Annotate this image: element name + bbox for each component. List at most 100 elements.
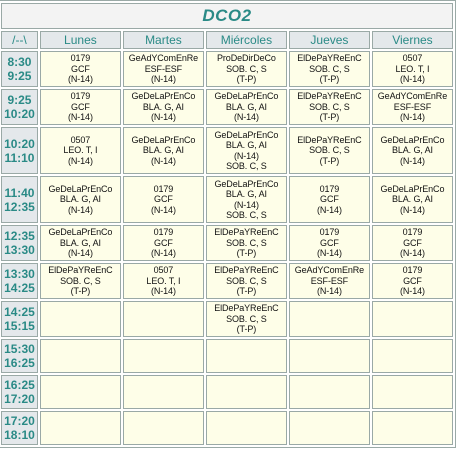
subject-code: GeDeLaPrEnCo [131,134,196,145]
subject-code: GeDeLaPrEnCo [48,183,113,194]
corner-cell: /--\ [1,31,38,49]
time-slot: 10:20 11:10 [1,127,38,174]
time-slot: 14:25 15:15 [1,301,38,337]
timetable-row: 13:30 14:25 ElDePaYReEnC SOB. C, S (T-P) 0507… [1,263,453,299]
class-cell-lunes [39,301,121,337]
group: (N-14) [67,155,93,166]
timetable-row: 8:30 9:25 0179 GCF (N-14) GeAdYComEnRe ESF-ESF… [1,51,453,87]
class-cell-lunes [39,339,121,373]
class-cell-miercoles [205,411,287,445]
teacher: BLA. G, AI [225,140,267,150]
subject-code: 0179 [153,227,174,238]
time-slot-end: 11:10 [4,150,35,165]
time-slot-end: 13:30 [4,243,35,257]
time-slot-start: 16:25 [4,378,35,392]
day-header-martes: Martes [122,31,204,49]
subject-code: GeAdYComEnRe [294,265,365,276]
class-cell-miercoles: GeDeLaPrEnCo BLA. G, AI (N-14) SOB. C, S [205,127,287,174]
group: (T-P) [236,286,257,297]
time-slot: 8:30 9:25 [1,51,38,87]
teacher: GCF [403,237,422,248]
group: (N-14) [400,74,425,85]
group: (N-14) [316,248,342,259]
group: (N-14) [150,204,176,215]
class-cell-viernes [371,411,453,445]
class-cell-miercoles: ElDePaYReEnC SOB. C, S (T-P) [205,263,287,299]
group: (N-14) [316,204,342,215]
extra-line: SOB. C, S [226,161,267,171]
subject-code: ElDePaYReEnC [214,265,279,276]
class-cell-miercoles: ElDePaYReEnC SOB. C, S (T-P) [205,225,287,261]
subject-code: ElDePaYReEnC [297,53,362,64]
time-slot-start: 8:30 [7,55,32,69]
teacher: BLA. G, AI [59,194,101,205]
class-cell-jueves: GeAdYComEnRe ESF-ESF (N-14) [288,263,370,299]
class-cell-lunes: ElDePaYReEnC SOB. C, S (T-P) [39,263,121,299]
subject-code: 0507 [153,265,174,276]
class-cell-miercoles [205,339,287,373]
class-cell-lunes: 0507 LEO. T, I (N-14) [39,127,121,174]
group: (N-14) [67,112,93,123]
teacher: LEO. T, I [63,145,98,156]
day-header-jueves: Jueves [288,31,370,49]
teacher: GCF [320,194,339,205]
teacher: ESF-ESF [144,63,183,74]
timetable-row: 10:20 11:10 0507 LEO. T, I (N-14) GeDeLaPrEnC… [1,127,453,174]
day-header-lunes: Lunes [39,31,121,49]
timetable-row: 17:20 18:10 [1,411,453,445]
time-slot-end: 18:10 [4,428,35,442]
teacher: SOB. C, S [60,275,101,286]
time-slot-end: 14:25 [4,281,35,295]
class-cell-martes [122,339,204,373]
group: (N-14) [400,155,425,166]
time-slot: 13:30 14:25 [1,263,38,299]
class-cell-viernes [371,301,453,337]
class-cell-jueves: 0179 GCF (N-14) [288,225,370,261]
subject-code: 0179 [319,227,340,238]
class-cell-lunes: 0179 GCF (N-14) [39,89,121,125]
subject-code: GeDeLaPrEnCo [131,91,196,102]
time-slot: 11:40 12:35 [1,176,38,223]
group: (N-14) [150,155,176,166]
class-cell-viernes: GeDeLaPrEnCo BLA. G, AI (N-14) [371,176,453,223]
group: (T-P) [236,248,257,259]
time-slot: 17:20 18:10 [1,411,38,445]
class-cell-martes [122,301,204,337]
time-slot: 12:35 13:30 [1,225,38,261]
class-cell-viernes: 0507 LEO. T, I (N-14) [371,51,453,87]
teacher: ESF-ESF [393,101,432,112]
timetable: DCO2 /--\ Lunes Martes Miércoles Jueves … [0,0,456,448]
class-cell-lunes: GeDeLaPrEnCo BLA. G, AI (N-14) [39,225,121,261]
group: (N-14) [400,204,425,215]
teacher: LEO. T, I [146,275,181,286]
group: (T-P) [319,112,340,123]
subject-code: GeDeLaPrEnCo [48,227,113,238]
group: (N-14) [400,112,425,123]
subject-code: GeDeLaPrEnCo [380,134,445,145]
subject-code: ElDePaYReEnC [48,265,113,276]
subject-code: 0179 [402,227,423,238]
timetable-row: 14:25 15:15 ElDePaYReEnC SOB. C, S (T-P) [1,301,453,337]
time-slot-start: 15:30 [4,342,35,356]
teacher: GCF [154,194,173,205]
class-cell-martes [122,411,204,445]
subject-code: 0179 [402,265,423,276]
group: (T-P) [319,74,340,85]
time-slot-end: 10:20 [4,107,35,121]
class-cell-viernes: 0179 GCF (N-14) [371,263,453,299]
group: (T-P) [236,74,257,85]
class-cell-viernes: 0179 GCF (N-14) [371,225,453,261]
class-cell-martes: 0179 GCF (N-14) [122,176,204,223]
subject-code: GeDeLaPrEnCo [214,178,279,189]
day-header-viernes: Viernes [371,31,453,49]
subject-code: GeDeLaPrEnCo [214,91,279,102]
teacher: SOB. C, S [309,101,350,112]
teacher: SOB. C, S [226,63,267,74]
teacher: SOB. C, S [309,145,350,156]
time-slot-end: 12:35 [4,199,35,214]
timetable-title: DCO2 [202,6,252,25]
teacher: GCF [71,101,90,112]
group: (N-14) [67,248,93,259]
class-cell-martes [122,375,204,409]
teacher: SOB. C, S [226,313,267,324]
